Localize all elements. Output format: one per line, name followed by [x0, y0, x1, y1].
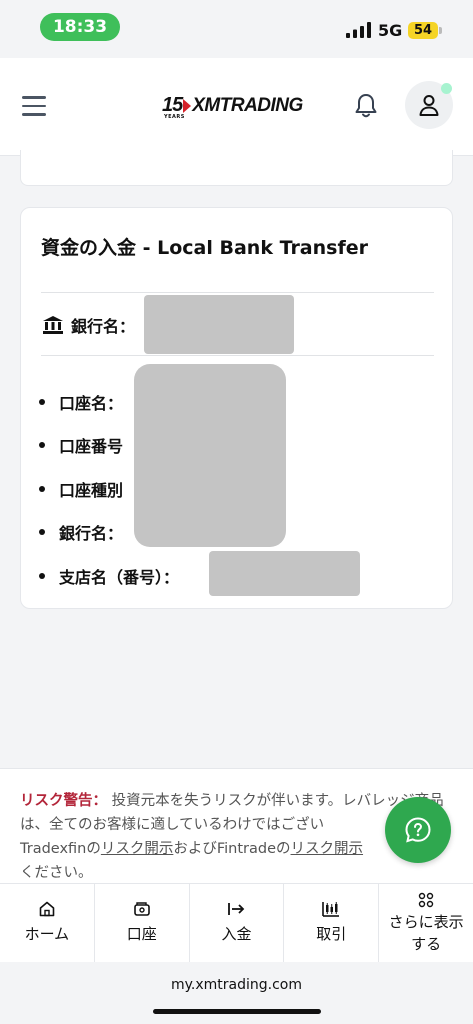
divider — [41, 292, 434, 293]
status-bar: 18:33 5G 54 — [0, 0, 473, 58]
nav-trade[interactable]: 取引 — [284, 884, 380, 962]
grid-dots-icon — [418, 892, 434, 907]
risk-warning-label: リスク警告： — [20, 793, 107, 809]
help-button[interactable] — [385, 797, 451, 863]
nav-more-label: さらに表示する — [388, 912, 464, 953]
previous-card — [20, 150, 453, 186]
signal-strength-icon — [346, 22, 371, 38]
bank-name-label: 銀行名： — [71, 317, 136, 336]
risk-disclosure-link-fintrade[interactable]: リスク開示 — [291, 841, 364, 857]
risk-disclosure-link-tradexfin[interactable]: リスク開示 — [101, 841, 174, 857]
online-status-dot — [441, 83, 452, 94]
url-text[interactable]: my.xmtrading.com — [0, 977, 473, 993]
bell-icon[interactable] — [354, 93, 378, 119]
redacted-account-details — [134, 364, 286, 547]
xmtrading-logo[interactable]: 15 XMTRADING YEARS — [162, 94, 303, 120]
deposit-info-card: 資金の入金 - Local Bank Transfer 銀行名： 口座名： 口座… — [20, 207, 453, 609]
user-icon — [419, 95, 439, 116]
battery-level: 54 — [408, 22, 438, 39]
bank-icon — [43, 316, 63, 334]
home-icon — [39, 901, 55, 917]
card-title: 資金の入金 - Local Bank Transfer — [41, 237, 368, 259]
nav-accounts[interactable]: 口座 — [95, 884, 190, 962]
nav-trade-label: 取引 — [316, 925, 347, 943]
bottom-navigation: ホーム 口座 入金 取引 さらに表示する — [0, 883, 473, 962]
nav-accounts-label: 口座 — [126, 925, 157, 943]
divider — [41, 355, 434, 356]
nav-more[interactable]: さらに表示する — [379, 884, 473, 962]
nav-home-label: ホーム — [24, 925, 70, 943]
redacted-bank-name — [144, 295, 294, 354]
network-type: 5G — [378, 21, 403, 40]
nav-home[interactable]: ホーム — [0, 884, 95, 962]
app-header: 15 XMTRADING YEARS — [0, 58, 473, 156]
status-time: 18:33 — [40, 13, 120, 41]
candlestick-chart-icon — [322, 902, 340, 917]
nav-deposit[interactable]: 入金 — [190, 884, 285, 962]
browser-address-bar: my.xmtrading.com — [0, 962, 473, 1024]
bank-name-row: 銀行名： — [43, 313, 135, 337]
nav-deposit-label: 入金 — [221, 925, 252, 943]
list-item: 支店名（番号）： — [39, 554, 179, 598]
home-indicator[interactable] — [153, 1009, 321, 1014]
wallet-icon — [133, 902, 150, 916]
redacted-branch-name — [209, 551, 360, 596]
hamburger-menu-icon[interactable] — [22, 96, 46, 116]
help-question-icon — [405, 817, 431, 843]
logo-arrow-icon — [183, 98, 192, 113]
deposit-arrow-icon — [228, 903, 245, 915]
battery-tip — [439, 27, 442, 34]
